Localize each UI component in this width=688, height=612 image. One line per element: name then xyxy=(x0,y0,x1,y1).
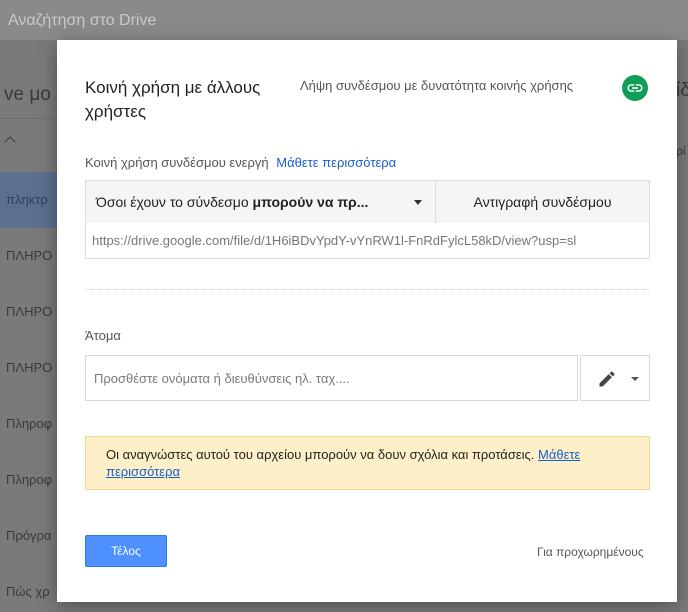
dialog-title: Κοινή χρήση με άλλους χρήστες xyxy=(85,78,261,121)
learn-more-link[interactable]: Μάθετε περισσότερα xyxy=(276,155,396,170)
caret-down-icon xyxy=(414,200,422,205)
file-row[interactable]: ΠΛΗΡΟ xyxy=(0,340,58,396)
comments-notice: Οι αναγνώστες αυτού του αρχείου μπορούν … xyxy=(85,436,650,490)
pencil-icon xyxy=(597,369,617,394)
column-fragment-right: ρί xyxy=(676,144,686,158)
file-row[interactable]: Πληροφ xyxy=(0,452,58,508)
section-divider xyxy=(85,289,650,290)
sort-caret-icon xyxy=(4,136,16,148)
share-dialog: Κοινή χρήση με άλλους χρήστες Λήψη συνδέ… xyxy=(57,40,677,602)
done-button[interactable]: Τέλος xyxy=(85,535,167,567)
file-row[interactable]: ΠΛΗΡΟ xyxy=(0,284,58,340)
drive-search-bar[interactable]: Αναζήτηση στο Drive xyxy=(0,0,688,40)
get-shareable-link-label[interactable]: Λήψη συνδέσμου με δυνατότητα κοινής χρήσ… xyxy=(300,78,573,93)
drive-heading-fragment: ve μο xyxy=(4,84,51,105)
drive-heading-fragment-right: ίδ xyxy=(676,80,688,101)
people-label: Άτομα xyxy=(85,328,121,343)
link-sharing-status-text: Κοινή χρήση συνδέσμου ενεργή xyxy=(85,155,269,170)
file-row[interactable]: Πώς χρ xyxy=(0,564,58,612)
people-input[interactable] xyxy=(85,355,578,401)
link-permission-group: Όσοι έχουν το σύνδεσμο μπορούν να πρ... … xyxy=(85,180,650,224)
file-row[interactable]: πληκτρ xyxy=(0,172,58,228)
share-url-field[interactable]: https://drive.google.com/file/d/1H6iBDvY… xyxy=(85,223,650,259)
file-row[interactable]: Πρόγρα xyxy=(0,508,58,564)
copy-link-button[interactable]: Αντιγραφή συνδέσμου xyxy=(436,181,649,223)
divider xyxy=(0,118,60,119)
notice-text: Οι αναγνώστες αυτού του αρχείου μπορούν … xyxy=(106,447,535,462)
link-sharing-status: Κοινή χρήση συνδέσμου ενεργή Μάθετε περι… xyxy=(85,155,396,170)
permission-menu-button[interactable] xyxy=(580,355,650,401)
link-icon[interactable] xyxy=(622,75,648,101)
permission-level: μπορούν να πρ... xyxy=(252,194,369,210)
file-row[interactable]: ΠΛΗΡΟ xyxy=(0,228,58,284)
permission-prefix: Όσοι έχουν το σύνδεσμο xyxy=(96,194,253,210)
link-permission-dropdown[interactable]: Όσοι έχουν το σύνδεσμο μπορούν να πρ... xyxy=(86,181,436,223)
caret-down-icon xyxy=(631,377,639,381)
file-row[interactable]: Πληροφ xyxy=(0,396,58,452)
advanced-link[interactable]: Για προχωρημένους xyxy=(537,545,644,559)
drive-search-placeholder: Αναζήτηση στο Drive xyxy=(8,12,157,29)
